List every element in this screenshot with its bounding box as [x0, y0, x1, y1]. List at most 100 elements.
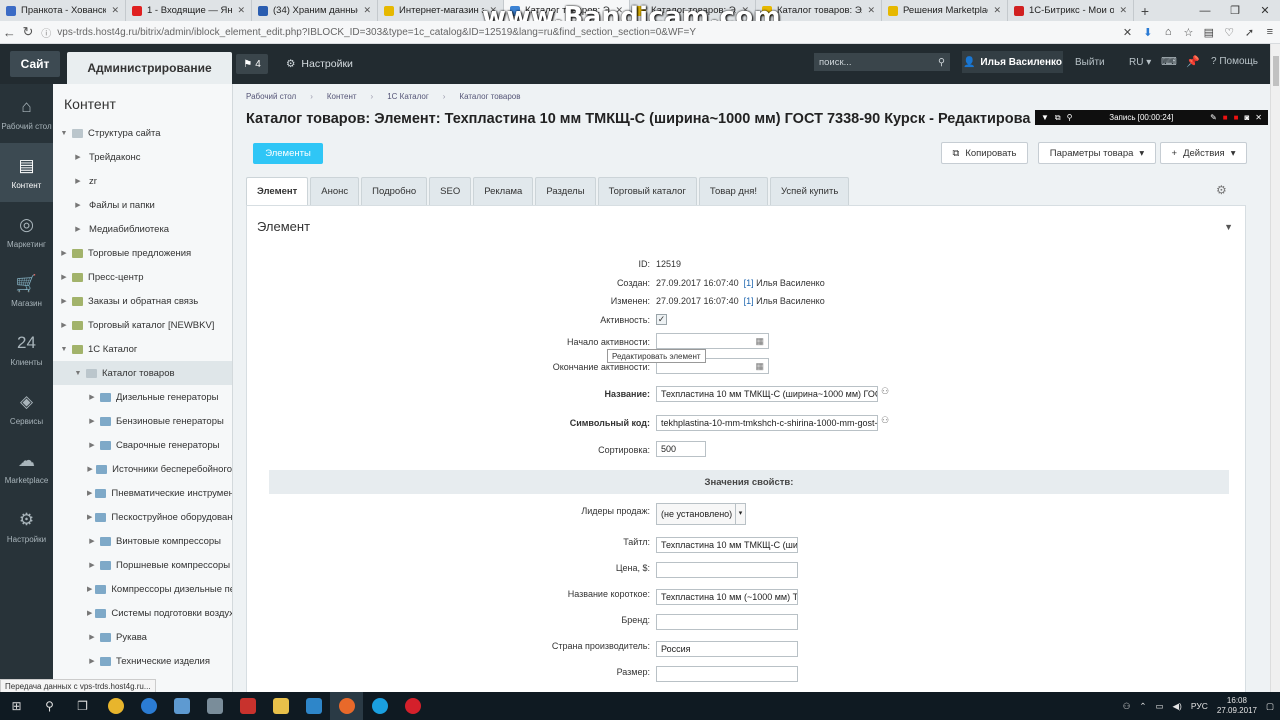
tree-item[interactable]: ▶ Системы подготовки воздух: [53, 601, 232, 625]
tree-item[interactable]: ▶ Поршневые компрессоры: [53, 553, 232, 577]
new-tab-button[interactable]: +: [1134, 0, 1156, 21]
tree-item[interactable]: ▶ Пресс-центр: [53, 265, 232, 289]
pocket-icon[interactable]: ♡: [1219, 26, 1239, 39]
sidebar-item-3[interactable]: 🛒 Магазин: [0, 261, 53, 320]
tree-item[interactable]: ▼ 1С Каталог: [53, 337, 232, 361]
reader-icon[interactable]: ▤: [1199, 26, 1219, 39]
chevron-right-icon[interactable]: ▶: [73, 153, 83, 161]
minimize-icon[interactable]: —: [1190, 0, 1220, 21]
sort-input[interactable]: 500: [656, 441, 706, 457]
chevron-right-icon[interactable]: ▶: [59, 249, 69, 257]
sidebar-item-2[interactable]: ◎ Маркетинг: [0, 202, 53, 261]
pin-icon[interactable]: 📌: [1186, 55, 1200, 68]
bookmark-star-icon[interactable]: ☆: [1178, 26, 1198, 39]
chevron-right-icon[interactable]: ▶: [87, 417, 97, 425]
browser-tab[interactable]: 1 - Входящие — Яндекс ✕: [126, 0, 252, 21]
chevron-right-icon[interactable]: ▶: [73, 201, 83, 209]
form-settings-gear-icon[interactable]: ⚙: [1216, 183, 1227, 197]
name-input[interactable]: Техпластина 10 мм ТМКЩ-С (ширина~1000 мм…: [656, 386, 878, 402]
calendar-icon[interactable]: ▦: [755, 336, 764, 347]
close-tab-icon[interactable]: ✕: [867, 5, 875, 16]
camera-icon[interactable]: ◙: [1244, 113, 1249, 122]
browser-tab[interactable]: Пранкота - Хованск ✕: [0, 0, 126, 21]
sidebar-item-5[interactable]: ◈ Сервисы: [0, 379, 53, 438]
chevron-right-icon[interactable]: ▶: [87, 513, 92, 521]
url-input[interactable]: ⓘ vps-trds.host4g.ru/bitrix/admin/iblock…: [37, 23, 1117, 41]
sidebar-item-1[interactable]: ▤ Контент: [0, 143, 53, 202]
chevron-right-icon[interactable]: ▶: [59, 321, 69, 329]
form-tab[interactable]: SEO: [429, 177, 472, 205]
created-user-link[interactable]: [1]: [744, 278, 754, 288]
clear-url-icon[interactable]: ✕: [1117, 26, 1137, 39]
network-icon[interactable]: [198, 692, 231, 720]
tree-item[interactable]: ▶ Бензиновые генераторы: [53, 409, 232, 433]
tree-item[interactable]: ▶ Торговый каталог [NEWBKV]: [53, 313, 232, 337]
leaders-select[interactable]: (не установлено) ▾: [656, 503, 746, 525]
tree-item[interactable]: ▼ Структура сайта: [53, 121, 232, 145]
form-tab[interactable]: Торговый каталог: [597, 177, 697, 205]
form-tab[interactable]: Элемент: [246, 177, 309, 205]
tree-item[interactable]: ▶ Файлы и папки: [53, 193, 232, 217]
close-tab-icon[interactable]: ✕: [993, 5, 1001, 16]
browser-tab[interactable]: Каталог товаров: Элем ✕: [630, 0, 756, 21]
calendar-icon[interactable]: ▦: [755, 361, 764, 372]
close-tab-icon[interactable]: ✕: [615, 5, 623, 16]
tree-item[interactable]: ▶ Компрессоры дизельные пе: [53, 577, 232, 601]
notifications-icon[interactable]: ▢: [1266, 701, 1274, 712]
code-input[interactable]: tekhplastina-10-mm-tmkshch-c-shirina-100…: [656, 415, 878, 431]
copy-button[interactable]: ⧉ Копировать: [941, 142, 1028, 164]
tree-item[interactable]: ▶ Рукава: [53, 625, 232, 649]
translit-icon[interactable]: ⚇: [881, 386, 889, 397]
skype-icon[interactable]: [363, 692, 396, 720]
filezilla-icon[interactable]: [231, 692, 264, 720]
chevron-right-icon[interactable]: ▶: [87, 633, 97, 641]
breadcrumb-link[interactable]: Каталог товаров: [459, 92, 520, 101]
page-scrollbar[interactable]: [1270, 44, 1280, 692]
actions-button[interactable]: + Действия ▾: [1160, 142, 1247, 164]
firefox-icon[interactable]: [330, 692, 363, 720]
product-params-button[interactable]: Параметры товара ▾: [1038, 142, 1156, 164]
help-link[interactable]: ? Помощь: [1211, 56, 1258, 67]
dropdown-icon[interactable]: ▼: [1041, 113, 1049, 122]
close-tab-icon[interactable]: ✕: [1119, 5, 1127, 16]
browser-tab[interactable]: Решения Marketplace ✕: [882, 0, 1008, 21]
tree-item[interactable]: ▶ Источники бесперебойного: [53, 457, 232, 481]
brand-input[interactable]: [656, 614, 798, 630]
browser-tab[interactable]: Каталог товаров: Элем ✕: [756, 0, 882, 21]
title-input[interactable]: Техпластина 10 мм ТМКЩ-С (шир: [656, 537, 798, 553]
chevron-down-icon[interactable]: ▼: [59, 346, 69, 353]
breadcrumb-link[interactable]: Контент: [327, 92, 357, 101]
chevron-right-icon[interactable]: ▶: [87, 585, 92, 593]
close-tab-icon[interactable]: ✕: [363, 5, 371, 16]
tree-item[interactable]: ▶ Сварочные генераторы: [53, 433, 232, 457]
browser-tab[interactable]: Интернет-магазин э ✕: [378, 0, 504, 21]
back-arrow-icon[interactable]: ←: [0, 25, 19, 40]
chevron-down-icon[interactable]: ▼: [73, 370, 83, 377]
short-name-input[interactable]: Техпластина 10 мм (~1000 мм) ТМ: [656, 589, 798, 605]
app-icon[interactable]: [297, 692, 330, 720]
tree-item[interactable]: ▼ Каталог товаров: [53, 361, 232, 385]
close-tab-icon[interactable]: ✕: [489, 5, 497, 16]
download-icon[interactable]: ⬇: [1138, 26, 1158, 39]
size-input[interactable]: [656, 666, 798, 682]
settings-button[interactable]: ⚙ Настройки: [286, 58, 353, 70]
form-tab[interactable]: Реклама: [473, 177, 534, 205]
close-icon[interactable]: ✕: [1255, 113, 1262, 122]
window-icon[interactable]: ⧉: [1055, 113, 1061, 123]
tree-item[interactable]: ▶ zr: [53, 169, 232, 193]
chevron-right-icon[interactable]: ▶: [87, 465, 93, 473]
pause-icon[interactable]: ■: [1234, 113, 1239, 122]
country-input[interactable]: Россия: [656, 641, 798, 657]
tree-item[interactable]: ▶ Дизельные генераторы: [53, 385, 232, 409]
user-button[interactable]: 👤 Илья Василенко: [962, 51, 1063, 73]
admin-search-input[interactable]: поиск... ⚲: [814, 53, 950, 71]
send-icon[interactable]: ➚: [1239, 26, 1259, 39]
tree-item[interactable]: ▶ Пневматические инструмен: [53, 481, 232, 505]
elements-button[interactable]: Элементы: [253, 143, 323, 164]
explorer-icon[interactable]: [264, 692, 297, 720]
form-tab[interactable]: Успей купить: [770, 177, 850, 205]
tree-item[interactable]: ▶ Торговые предложения: [53, 241, 232, 265]
tree-item[interactable]: ▶ Трейдаконс: [53, 145, 232, 169]
people-icon[interactable]: ⚇: [1123, 701, 1131, 712]
chevron-up-icon[interactable]: ⌃: [1139, 701, 1146, 712]
